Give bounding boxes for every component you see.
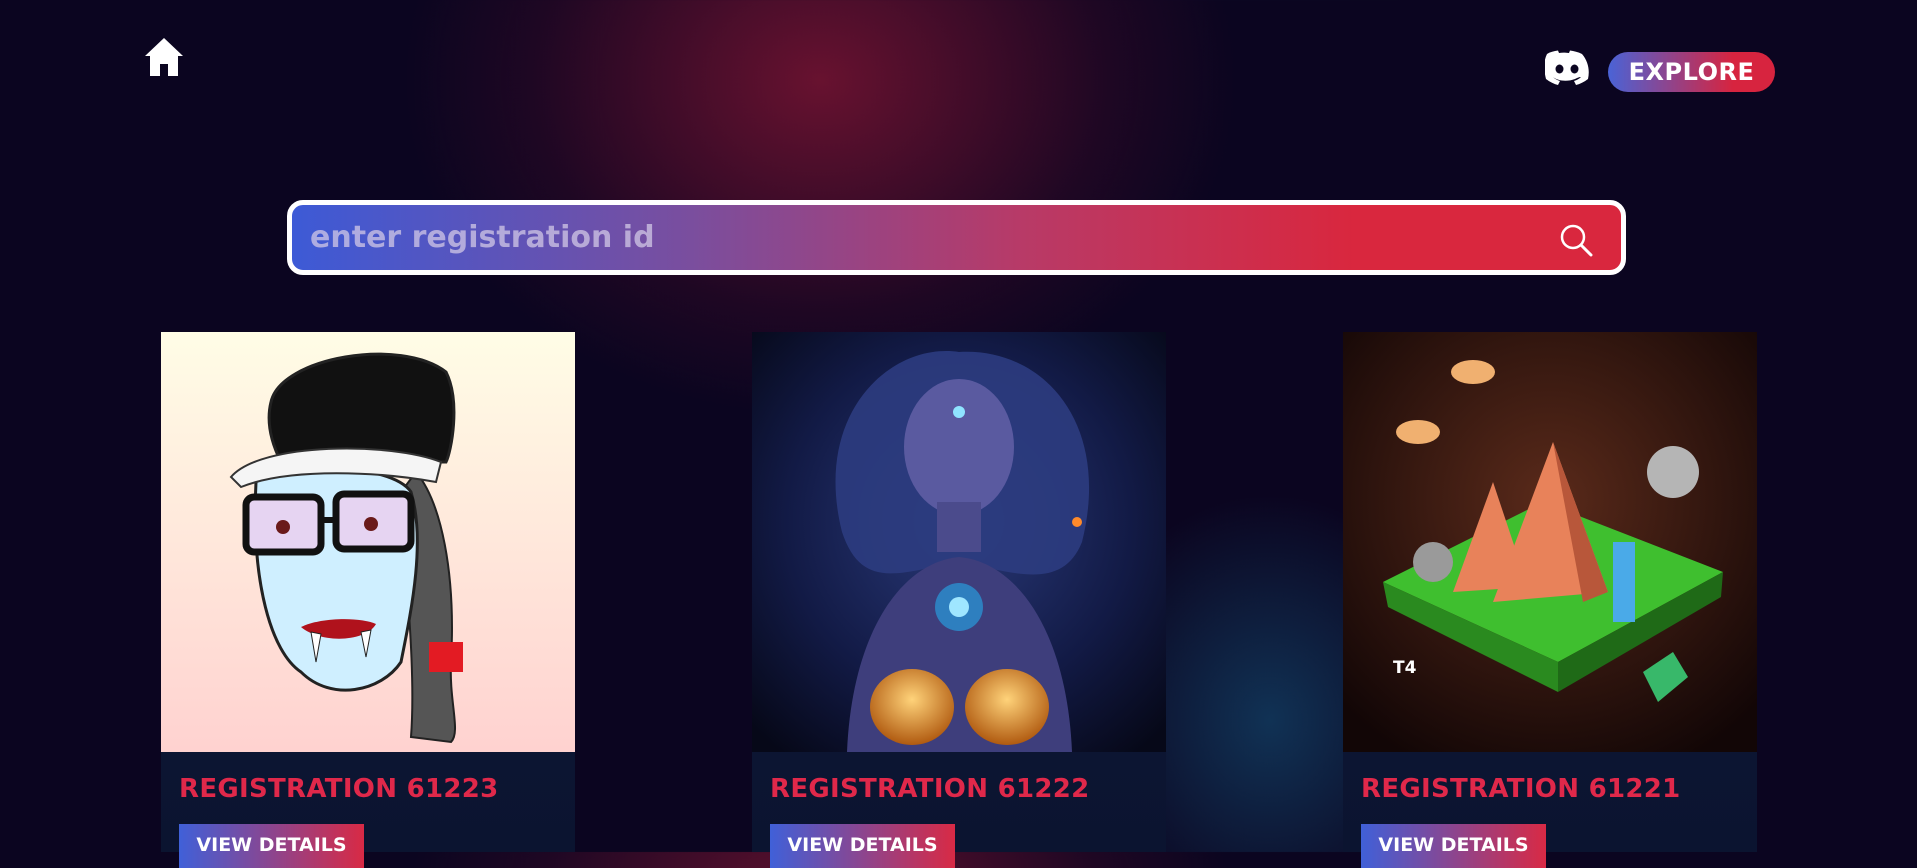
card-title: REGISTRATION 61223 [179,774,499,804]
card-title: REGISTRATION 61222 [770,774,1090,804]
registration-card: REGISTRATION 61222 VIEW DETAILS [752,332,1166,868]
search-bar [287,200,1626,275]
registration-id-input[interactable] [292,205,1621,270]
image-label: T4 [1393,658,1417,678]
view-details-button[interactable]: VIEW DETAILS [1361,824,1546,868]
explore-button[interactable]: EXPLORE [1608,52,1775,92]
registration-card: REGISTRATION 61223 VIEW DETAILS [161,332,575,868]
view-details-button[interactable]: VIEW DETAILS [179,824,364,868]
registration-card: T4 REGISTRATION 61221 VIEW DETAILS [1343,332,1757,868]
cosmic-goddess-artwork[interactable] [752,332,1166,752]
view-details-button[interactable]: VIEW DETAILS [770,824,955,868]
discord-icon[interactable] [1545,50,1589,86]
search-icon[interactable] [1559,223,1593,257]
home-icon[interactable] [144,36,184,78]
pyramid-island-artwork[interactable]: T4 [1343,332,1757,752]
gm-vampire-artwork[interactable] [161,332,575,752]
card-title: REGISTRATION 61221 [1361,774,1681,804]
